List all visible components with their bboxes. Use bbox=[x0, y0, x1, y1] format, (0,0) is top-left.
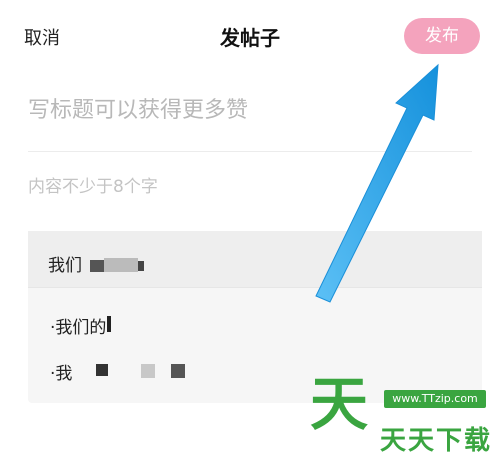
draft-card-header: 我们 bbox=[28, 231, 482, 287]
redaction-mask bbox=[138, 261, 144, 271]
redaction-mask bbox=[104, 258, 138, 272]
watermark-logo: 天 bbox=[310, 370, 369, 438]
top-nav-bar: 取消 发帖子 发布 bbox=[0, 0, 500, 72]
draft-content-card[interactable]: 我们 ·我们的 ·我 bbox=[28, 231, 482, 403]
text-cursor bbox=[107, 316, 111, 332]
redaction-mask bbox=[96, 364, 108, 376]
redaction-mask bbox=[90, 260, 104, 272]
redaction-mask bbox=[171, 364, 185, 378]
draft-card-divider bbox=[28, 287, 482, 288]
post-content-input[interactable] bbox=[28, 172, 472, 202]
draft-list-item: ·我们的 bbox=[50, 318, 107, 338]
watermark-url: www.TTzip.com bbox=[384, 390, 486, 408]
watermark-text: 天天下载 bbox=[380, 426, 493, 456]
title-divider bbox=[28, 151, 472, 152]
post-title-input[interactable] bbox=[28, 92, 472, 128]
draft-list-item: ·我 bbox=[50, 364, 73, 384]
draft-card-header-text: 我们 bbox=[48, 256, 82, 276]
publish-button[interactable]: 发布 bbox=[404, 18, 480, 54]
redaction-mask bbox=[141, 364, 155, 378]
